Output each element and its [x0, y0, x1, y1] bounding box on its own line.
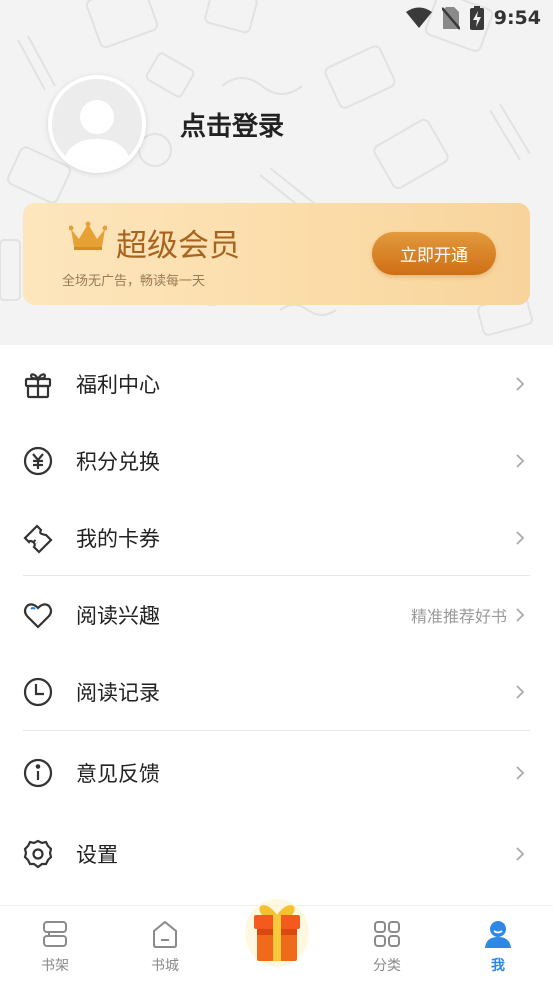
category-grid-icon	[374, 921, 400, 947]
menu-item-label: 我的卡券	[76, 526, 160, 551]
menu-item-settings[interactable]: 设置	[0, 815, 553, 892]
user-icon	[485, 921, 511, 948]
bookstore-icon	[153, 920, 177, 948]
gear-icon	[22, 838, 54, 870]
crown-icon	[69, 221, 107, 250]
tab-me[interactable]: 我	[443, 906, 553, 983]
chevron-right-icon	[516, 765, 525, 780]
menu-item-reading-interest[interactable]: 阅读兴趣 精准推荐好书	[0, 576, 553, 653]
yen-coin-icon	[22, 445, 54, 477]
tab-label: 书架	[41, 958, 69, 974]
chevron-right-icon	[516, 607, 525, 622]
tab-gift[interactable]	[244, 895, 310, 969]
login-link[interactable]: 点击登录	[180, 106, 284, 143]
vip-title: 超级会员	[116, 228, 240, 264]
default-avatar-icon	[52, 79, 142, 169]
status-time: 9:54	[493, 7, 541, 29]
tab-bookstore[interactable]: 书城	[110, 906, 220, 983]
vip-subtitle: 全场无广告，畅读每一天	[62, 274, 206, 289]
chevron-right-icon	[516, 846, 525, 861]
gift-box-icon	[22, 368, 54, 400]
menu-item-label: 意见反馈	[76, 761, 160, 786]
ticket-icon	[22, 522, 54, 554]
menu-item-label: 阅读兴趣	[76, 603, 160, 628]
vip-activate-button[interactable]: 立即开通	[372, 232, 496, 275]
vip-banner[interactable]: 超级会员 全场无广告，畅读每一天 立即开通	[23, 203, 530, 305]
menu-item-my-coupons[interactable]: 我的卡券	[0, 499, 553, 576]
tab-label: 书城	[151, 958, 179, 974]
menu-item-label: 福利中心	[76, 372, 160, 397]
battery-charging-icon	[469, 6, 484, 30]
menu-item-feedback[interactable]: 意见反馈	[0, 734, 553, 811]
tab-category[interactable]: 分类	[332, 906, 442, 983]
profile-header: 9:54 点击登录 超级会员 全场无广告，畅读每一天 立即开通	[0, 0, 553, 345]
menu-item-label: 积分兑换	[76, 449, 160, 474]
bookshelf-icon	[43, 921, 67, 947]
status-bar: 9:54	[0, 0, 553, 38]
menu-divider	[23, 730, 530, 731]
wifi-icon	[405, 7, 432, 28]
menu-item-label: 阅读记录	[76, 680, 160, 705]
chevron-right-icon	[516, 530, 525, 545]
chevron-right-icon	[516, 684, 525, 699]
heart-icon	[22, 599, 54, 631]
chevron-right-icon	[516, 453, 525, 468]
chevron-right-icon	[516, 376, 525, 391]
menu-item-reading-history[interactable]: 阅读记录	[0, 653, 553, 730]
gift-box-icon	[245, 899, 309, 967]
clock-icon	[22, 676, 54, 708]
menu-item-hint: 精准推荐好书	[410, 606, 507, 626]
info-icon	[22, 757, 54, 789]
menu-item-welfare-center[interactable]: 福利中心	[0, 345, 553, 422]
menu-item-points-exchange[interactable]: 积分兑换	[0, 422, 553, 499]
no-sim-icon	[441, 7, 460, 30]
avatar[interactable]	[48, 75, 146, 173]
tab-label: 分类	[373, 958, 401, 974]
menu-item-label: 设置	[76, 842, 118, 867]
tab-bookshelf[interactable]: 书架	[0, 906, 110, 983]
tab-label: 我	[491, 958, 505, 974]
